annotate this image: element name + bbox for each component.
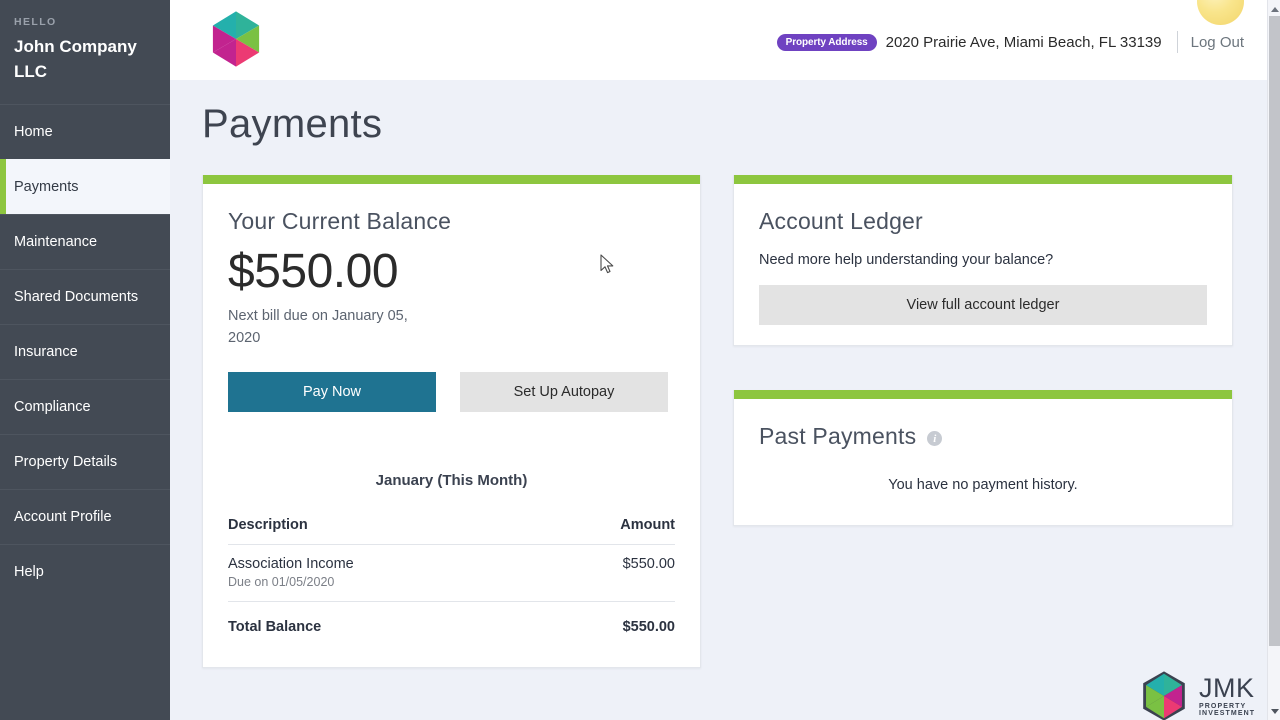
past-payments-body: Past Payments i You have no payment hist… xyxy=(734,399,1232,525)
sidebar-item-label: Shared Documents xyxy=(14,289,139,305)
vertical-scrollbar[interactable] xyxy=(1267,0,1280,720)
sidebar-item-label: Property Details xyxy=(14,454,118,470)
sidebar-item-help[interactable]: Help xyxy=(0,544,170,599)
greeting-label: HELLO xyxy=(14,16,57,28)
pay-now-button[interactable]: Pay Now xyxy=(228,372,436,412)
property-address-text: 2020 Prairie Ave, Miami Beach, FL 33139 xyxy=(885,33,1162,51)
jmk-hexagon-icon xyxy=(1140,670,1188,720)
total-label: Total Balance xyxy=(228,619,322,635)
info-icon[interactable]: i xyxy=(927,431,943,446)
row-amount: $550.00 xyxy=(539,544,675,602)
past-payments-title: Past Payments xyxy=(759,423,917,449)
account-ledger-title: Account Ledger xyxy=(759,208,923,234)
column-header-amount: Amount xyxy=(539,517,675,545)
next-bill-due-text: Next bill due on January 05, 2020 xyxy=(228,308,408,346)
past-payments-empty-text: You have no payment history. xyxy=(888,477,1078,493)
row-description-cell: Association Income Due on 01/05/2020 xyxy=(228,544,540,602)
jmk-wordmark: JMK PROPERTY INVESTMENT xyxy=(1199,673,1262,718)
header-right: Property Address 2020 Prairie Ave, Miami… xyxy=(776,31,1244,53)
sidebar-item-label: Account Profile xyxy=(14,509,112,525)
account-ledger-body: Account Ledger Need more help understand… xyxy=(734,184,1232,345)
sidebar-item-payments[interactable]: Payments xyxy=(0,159,170,215)
current-balance-body: Your Current Balance $550.00 Next bill d… xyxy=(203,184,700,667)
sidebar-item-account-profile[interactable]: Account Profile xyxy=(0,489,170,544)
table-total-row: Total Balance $550.00 xyxy=(228,602,675,648)
sidebar-item-label: Compliance xyxy=(14,399,91,415)
sidebar-item-label: Payments xyxy=(14,179,79,195)
month-label: January (This Month) xyxy=(375,472,528,489)
view-full-account-ledger-button[interactable]: View full account ledger xyxy=(759,285,1207,325)
sidebar-greeting: HELLO John Company LLC xyxy=(0,0,170,88)
past-payments-card: Past Payments i You have no payment hist… xyxy=(733,390,1233,526)
current-balance-card: Your Current Balance $550.00 Next bill d… xyxy=(202,175,701,668)
page-header: Property Address 2020 Prairie Ave, Miami… xyxy=(170,0,1267,80)
main-content: Payments Your Current Balance $550.00 Ne… xyxy=(170,80,1267,720)
scrollbar-thumb[interactable] xyxy=(1269,16,1280,646)
past-payments-header: Past Payments i xyxy=(759,423,1207,450)
balance-table: Description Amount Association Income Du… xyxy=(228,517,675,647)
logout-link[interactable]: Log Out xyxy=(1191,34,1244,51)
sidebar-item-compliance[interactable]: Compliance xyxy=(0,379,170,434)
notification-bubble-icon xyxy=(1197,0,1244,25)
column-header-description: Description xyxy=(228,517,540,545)
card-accent-bar xyxy=(734,390,1232,399)
scroll-down-arrow-icon[interactable] xyxy=(1268,704,1280,718)
card-accent-bar xyxy=(203,175,700,184)
page-title: Payments xyxy=(202,102,383,146)
left-column: Your Current Balance $550.00 Next bill d… xyxy=(202,175,701,668)
cards-container: Your Current Balance $550.00 Next bill d… xyxy=(202,175,1262,720)
jmk-tagline: PROPERTY INVESTMENT xyxy=(1199,703,1256,717)
scroll-up-arrow-icon[interactable] xyxy=(1268,2,1280,16)
mouse-cursor xyxy=(600,254,616,276)
row-description: Association Income xyxy=(228,556,354,572)
card-accent-bar xyxy=(734,175,1232,184)
total-amount: $550.00 xyxy=(622,619,675,635)
table-row: Association Income Due on 01/05/2020 $55… xyxy=(228,544,675,602)
sidebar-item-label: Insurance xyxy=(14,344,78,360)
jmk-name: JMK xyxy=(1199,673,1255,703)
sidebar-item-label: Maintenance xyxy=(14,234,98,250)
app-root: HELLO John Company LLC Home Payments Mai… xyxy=(0,0,1280,720)
sidebar-item-label: Home xyxy=(14,124,53,140)
account-name: John Company LLC xyxy=(14,37,137,81)
row-due-date: Due on 01/05/2020 xyxy=(228,575,335,589)
set-up-autopay-button[interactable]: Set Up Autopay xyxy=(460,372,668,412)
sidebar-item-maintenance[interactable]: Maintenance xyxy=(0,214,170,269)
sidebar-item-label: Help xyxy=(14,564,44,580)
sidebar: HELLO John Company LLC Home Payments Mai… xyxy=(0,0,170,720)
account-ledger-help-text: Need more help understanding your balanc… xyxy=(759,252,1054,268)
balance-actions: Pay Now Set Up Autopay xyxy=(228,372,675,412)
sidebar-item-insurance[interactable]: Insurance xyxy=(0,324,170,379)
right-column: Account Ledger Need more help understand… xyxy=(733,175,1254,720)
property-address-badge: Property Address xyxy=(776,33,877,51)
sidebar-item-shared-documents[interactable]: Shared Documents xyxy=(0,269,170,324)
sidebar-item-property-details[interactable]: Property Details xyxy=(0,434,170,489)
current-balance-title: Your Current Balance xyxy=(228,208,452,234)
brand-hexagon-logo-icon[interactable] xyxy=(205,8,267,70)
header-divider xyxy=(1176,31,1178,53)
jmk-footer-logo: JMK PROPERTY INVESTMENT xyxy=(1140,670,1262,720)
table-header-row: Description Amount xyxy=(228,517,675,545)
account-ledger-card: Account Ledger Need more help understand… xyxy=(733,175,1233,346)
sidebar-item-home[interactable]: Home xyxy=(0,104,170,159)
sidebar-nav: Home Payments Maintenance Shared Documen… xyxy=(0,104,170,599)
